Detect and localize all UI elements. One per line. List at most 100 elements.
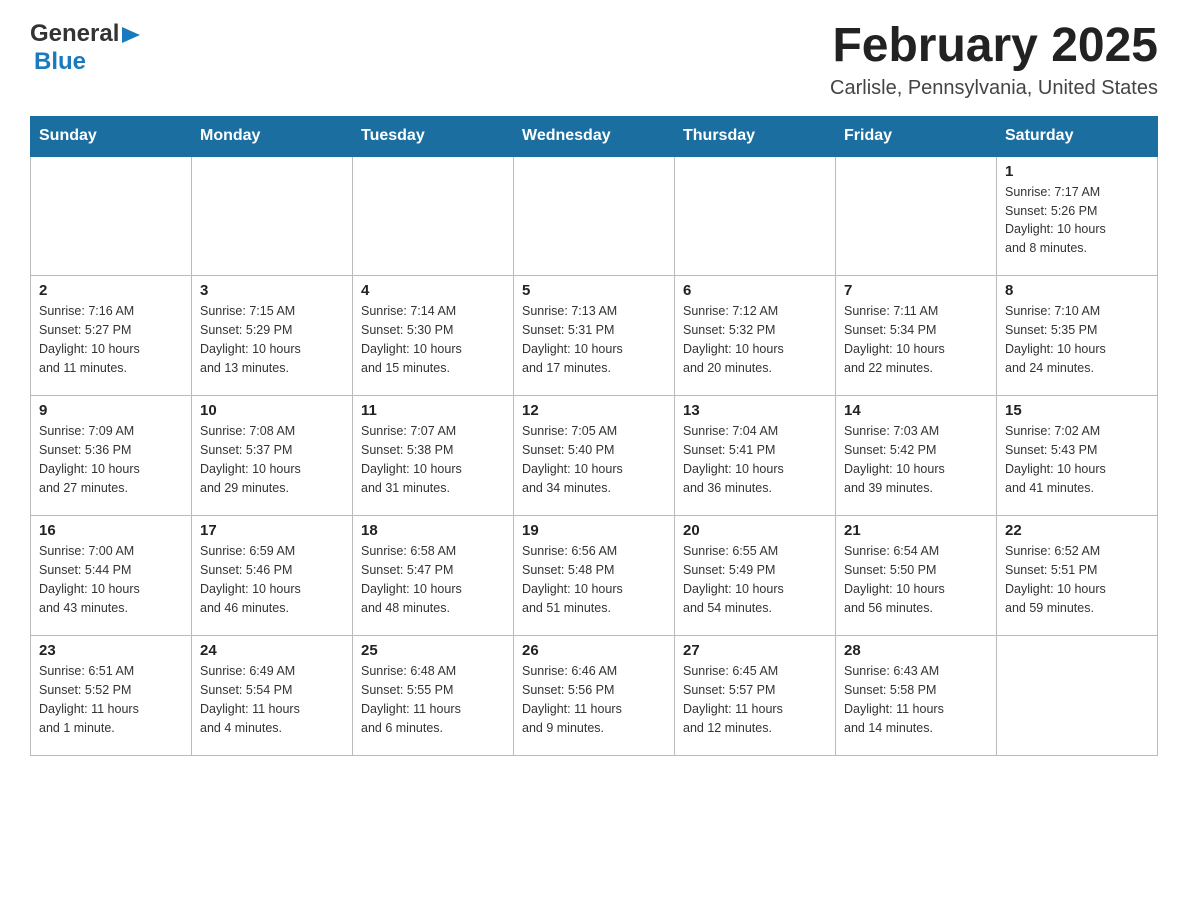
day-info: Sunrise: 7:15 AMSunset: 5:29 PMDaylight:… <box>200 302 344 377</box>
calendar-cell <box>675 156 836 276</box>
calendar-cell <box>514 156 675 276</box>
day-of-week-monday: Monday <box>192 116 353 156</box>
day-number: 19 <box>522 522 666 539</box>
day-of-week-tuesday: Tuesday <box>353 116 514 156</box>
calendar-cell <box>997 636 1158 756</box>
calendar-week-1: 1 Sunrise: 7:17 AMSunset: 5:26 PMDaylight… <box>31 156 1158 276</box>
day-number: 11 <box>361 402 505 419</box>
day-info: Sunrise: 7:11 AMSunset: 5:34 PMDaylight:… <box>844 302 988 377</box>
calendar-cell: 12 Sunrise: 7:05 AMSunset: 5:40 PMDayligh… <box>514 396 675 516</box>
day-info: Sunrise: 7:02 AMSunset: 5:43 PMDaylight:… <box>1005 422 1149 497</box>
calendar-week-2: 2Sunrise: 7:16 AMSunset: 5:27 PMDaylight… <box>31 276 1158 396</box>
day-info: Sunrise: 6:56 AMSunset: 5:48 PMDaylight:… <box>522 542 666 617</box>
calendar-cell: 3Sunrise: 7:15 AMSunset: 5:29 PMDaylight… <box>192 276 353 396</box>
day-info: Sunrise: 7:10 AMSunset: 5:35 PMDaylight:… <box>1005 302 1149 377</box>
day-number: 26 <box>522 642 666 659</box>
calendar-cell: 21 Sunrise: 6:54 AMSunset: 5:50 PMDayligh… <box>836 516 997 636</box>
day-of-week-thursday: Thursday <box>675 116 836 156</box>
day-number: 5 <box>522 282 666 299</box>
calendar-cell <box>836 156 997 276</box>
calendar-cell: 7 Sunrise: 7:11 AMSunset: 5:34 PMDaylight… <box>836 276 997 396</box>
calendar-cell <box>353 156 514 276</box>
location-text: Carlisle, Pennsylvania, United States <box>830 77 1158 100</box>
day-info: Sunrise: 6:54 AMSunset: 5:50 PMDaylight:… <box>844 542 988 617</box>
calendar-header: SundayMondayTuesdayWednesdayThursdayFrid… <box>31 116 1158 156</box>
logo-blue-line: Blue <box>30 48 86 76</box>
day-info: Sunrise: 6:59 AMSunset: 5:46 PMDaylight:… <box>200 542 344 617</box>
page-header: General Blue February 2025 Carlisle, Pen… <box>30 20 1158 100</box>
day-info: Sunrise: 7:12 AMSunset: 5:32 PMDaylight:… <box>683 302 827 377</box>
calendar-week-3: 9Sunrise: 7:09 AMSunset: 5:36 PMDaylight… <box>31 396 1158 516</box>
day-info: Sunrise: 7:17 AMSunset: 5:26 PMDaylight:… <box>1005 183 1149 258</box>
calendar-cell <box>31 156 192 276</box>
calendar-cell: 5 Sunrise: 7:13 AMSunset: 5:31 PMDaylight… <box>514 276 675 396</box>
day-info: Sunrise: 7:03 AMSunset: 5:42 PMDaylight:… <box>844 422 988 497</box>
calendar-cell: 11 Sunrise: 7:07 AMSunset: 5:38 PMDayligh… <box>353 396 514 516</box>
calendar-cell: 26 Sunrise: 6:46 AMSunset: 5:56 PMDayligh… <box>514 636 675 756</box>
calendar-cell: 6 Sunrise: 7:12 AMSunset: 5:32 PMDaylight… <box>675 276 836 396</box>
day-info: Sunrise: 7:00 AMSunset: 5:44 PMDaylight:… <box>39 542 183 617</box>
day-number: 4 <box>361 282 505 299</box>
day-of-week-sunday: Sunday <box>31 116 192 156</box>
day-number: 1 <box>1005 163 1149 180</box>
day-info: Sunrise: 6:49 AMSunset: 5:54 PMDaylight:… <box>200 662 344 737</box>
month-title: February 2025 <box>830 20 1158 73</box>
calendar-week-4: 16 Sunrise: 7:00 AMSunset: 5:44 PMDayligh… <box>31 516 1158 636</box>
day-number: 15 <box>1005 402 1149 419</box>
day-number: 12 <box>522 402 666 419</box>
calendar-cell: 28 Sunrise: 6:43 AMSunset: 5:58 PMDayligh… <box>836 636 997 756</box>
day-number: 8 <box>1005 282 1149 299</box>
calendar-cell: 16 Sunrise: 7:00 AMSunset: 5:44 PMDayligh… <box>31 516 192 636</box>
calendar-cell: 25 Sunrise: 6:48 AMSunset: 5:55 PMDayligh… <box>353 636 514 756</box>
day-number: 25 <box>361 642 505 659</box>
day-number: 6 <box>683 282 827 299</box>
logo: General Blue <box>30 20 144 76</box>
logo-blue-text: Blue <box>34 48 86 75</box>
day-info: Sunrise: 7:07 AMSunset: 5:38 PMDaylight:… <box>361 422 505 497</box>
calendar-table: SundayMondayTuesdayWednesdayThursdayFrid… <box>30 116 1158 757</box>
day-info: Sunrise: 7:14 AMSunset: 5:30 PMDaylight:… <box>361 302 505 377</box>
day-number: 18 <box>361 522 505 539</box>
calendar-cell: 27 Sunrise: 6:45 AMSunset: 5:57 PMDayligh… <box>675 636 836 756</box>
day-info: Sunrise: 6:43 AMSunset: 5:58 PMDaylight:… <box>844 662 988 737</box>
day-number: 28 <box>844 642 988 659</box>
day-number: 16 <box>39 522 183 539</box>
day-number: 10 <box>200 402 344 419</box>
day-number: 13 <box>683 402 827 419</box>
day-number: 14 <box>844 402 988 419</box>
day-info: Sunrise: 7:04 AMSunset: 5:41 PMDaylight:… <box>683 422 827 497</box>
logo-line1: General <box>30 20 144 48</box>
logo-arrow-icon <box>122 25 144 45</box>
day-info: Sunrise: 6:45 AMSunset: 5:57 PMDaylight:… <box>683 662 827 737</box>
day-number: 27 <box>683 642 827 659</box>
day-number: 21 <box>844 522 988 539</box>
day-number: 23 <box>39 642 183 659</box>
logo-general-text: General <box>30 20 119 48</box>
day-of-week-friday: Friday <box>836 116 997 156</box>
day-number: 22 <box>1005 522 1149 539</box>
day-number: 24 <box>200 642 344 659</box>
calendar-cell: 22Sunrise: 6:52 AMSunset: 5:51 PMDayligh… <box>997 516 1158 636</box>
day-info: Sunrise: 6:46 AMSunset: 5:56 PMDaylight:… <box>522 662 666 737</box>
calendar-cell: 18Sunrise: 6:58 AMSunset: 5:47 PMDayligh… <box>353 516 514 636</box>
calendar-cell: 20Sunrise: 6:55 AMSunset: 5:49 PMDayligh… <box>675 516 836 636</box>
day-info: Sunrise: 7:05 AMSunset: 5:40 PMDaylight:… <box>522 422 666 497</box>
calendar-cell: 13 Sunrise: 7:04 AMSunset: 5:41 PMDayligh… <box>675 396 836 516</box>
calendar-cell: 1 Sunrise: 7:17 AMSunset: 5:26 PMDaylight… <box>997 156 1158 276</box>
day-info: Sunrise: 6:48 AMSunset: 5:55 PMDaylight:… <box>361 662 505 737</box>
calendar-cell: 10 Sunrise: 7:08 AMSunset: 5:37 PMDayligh… <box>192 396 353 516</box>
day-info: Sunrise: 7:13 AMSunset: 5:31 PMDaylight:… <box>522 302 666 377</box>
calendar-cell: 17Sunrise: 6:59 AMSunset: 5:46 PMDayligh… <box>192 516 353 636</box>
calendar-week-5: 23 Sunrise: 6:51 AMSunset: 5:52 PMDayligh… <box>31 636 1158 756</box>
day-info: Sunrise: 6:51 AMSunset: 5:52 PMDaylight:… <box>39 662 183 737</box>
calendar-cell: 19 Sunrise: 6:56 AMSunset: 5:48 PMDayligh… <box>514 516 675 636</box>
title-block: February 2025 Carlisle, Pennsylvania, Un… <box>830 20 1158 100</box>
day-number: 7 <box>844 282 988 299</box>
calendar-cell: 14 Sunrise: 7:03 AMSunset: 5:42 PMDayligh… <box>836 396 997 516</box>
calendar-cell: 9Sunrise: 7:09 AMSunset: 5:36 PMDaylight… <box>31 396 192 516</box>
day-of-week-wednesday: Wednesday <box>514 116 675 156</box>
day-info: Sunrise: 7:08 AMSunset: 5:37 PMDaylight:… <box>200 422 344 497</box>
calendar-cell: 8 Sunrise: 7:10 AMSunset: 5:35 PMDaylight… <box>997 276 1158 396</box>
day-number: 20 <box>683 522 827 539</box>
day-number: 9 <box>39 402 183 419</box>
